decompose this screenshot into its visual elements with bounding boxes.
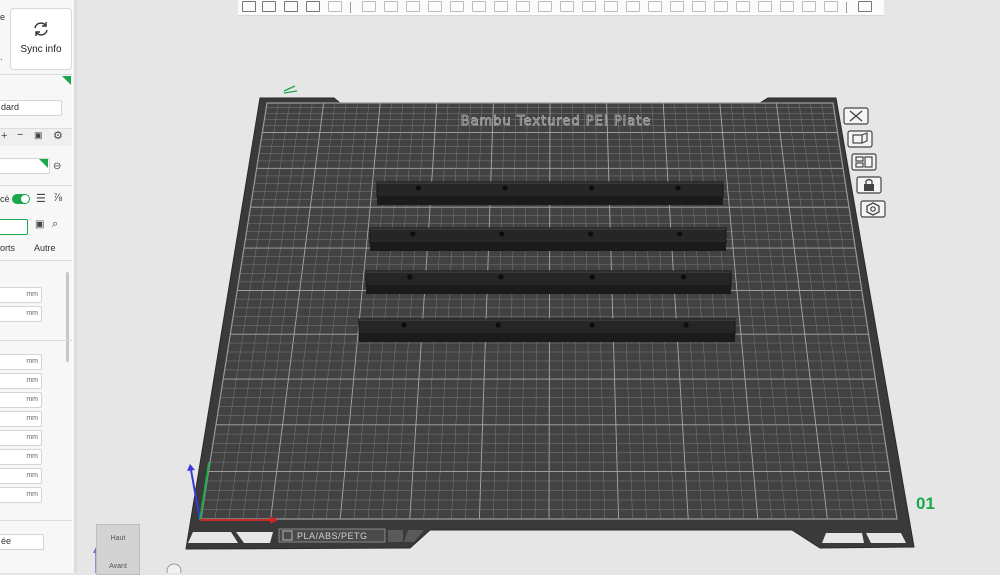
rail-hole: [499, 231, 505, 237]
rail-part[interactable]: [365, 270, 732, 287]
rail-hole: [495, 322, 501, 328]
rail-side: [377, 196, 723, 205]
plate-cutout: [822, 533, 864, 543]
rail-hole: [683, 322, 689, 328]
rail-side: [366, 285, 731, 294]
rail-side: [370, 242, 726, 251]
3d-viewport[interactable]: PLA/ABS/PETG Bambu Textured PEI Plate: [0, 0, 1000, 573]
view-cube[interactable]: Haut Avant: [96, 524, 140, 575]
rail-hole: [407, 274, 413, 280]
label-slot: [388, 530, 403, 542]
rail-hole: [675, 185, 681, 191]
rail-hole: [401, 322, 407, 328]
rail-hole: [588, 185, 595, 191]
rail-part[interactable]: [376, 181, 724, 198]
view-cube-top[interactable]: Haut: [97, 535, 139, 542]
plate-cutout: [866, 533, 906, 543]
rail-hole: [410, 231, 416, 237]
arrange-icon[interactable]: [851, 153, 877, 171]
rail-part[interactable]: [358, 318, 736, 335]
rail-hole: [589, 322, 595, 328]
view-cube-front[interactable]: Avant: [97, 563, 139, 570]
settings-icon[interactable]: [860, 200, 886, 218]
plate-number[interactable]: 01: [916, 494, 935, 514]
plate-name: Bambu Textured PEI Plate: [461, 114, 652, 129]
rail-hole: [589, 274, 595, 280]
close-icon[interactable]: [843, 107, 869, 125]
plate-cutout: [188, 532, 238, 543]
plate-filament-label: PLA/ABS/PETG: [297, 531, 368, 541]
edit-plate-icon[interactable]: [283, 85, 298, 94]
rail-hole: [415, 185, 422, 191]
rail-hole: [498, 274, 504, 280]
z-axis-arrow: [187, 464, 195, 471]
rail-hole: [588, 231, 594, 237]
rail-hole: [502, 185, 508, 191]
rail-part[interactable]: [369, 227, 727, 244]
link-icon[interactable]: [166, 563, 182, 573]
orient-icon[interactable]: [847, 130, 873, 148]
rail-hole: [680, 274, 687, 280]
rail-side: [359, 333, 735, 342]
lock-icon[interactable]: [856, 176, 882, 194]
rail-hole: [677, 231, 683, 237]
